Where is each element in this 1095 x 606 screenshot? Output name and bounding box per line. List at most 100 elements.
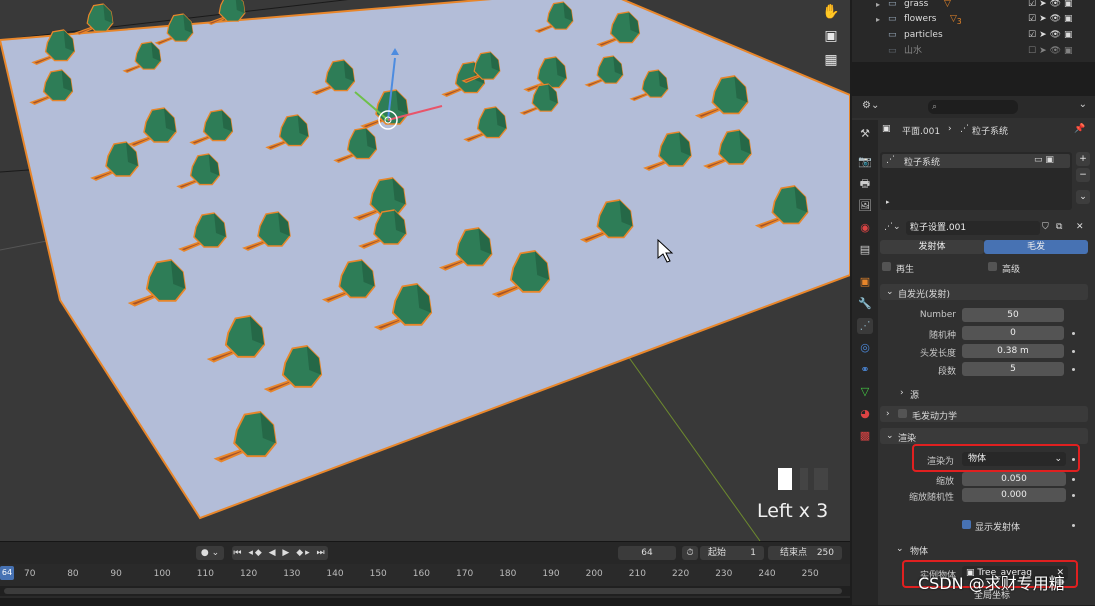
visibility-toggles[interactable]: ☑➤👁▣ [1028,0,1076,12]
outliner-panel[interactable]: ▸ ▭ grass ▽ ☑➤👁▣ ▸ ▭ flowers ▽3 ☑➤👁▣ ▭ par… [852,0,1095,62]
frame-tick: 160 [412,569,430,579]
hair-dynamics-panel-header[interactable]: › 毛发动力学 [880,406,1088,422]
emission-panel-header[interactable]: ⌄ 自发光(发射) [880,284,1088,300]
fake-user-shield-icon[interactable]: ⛉ [1042,222,1049,232]
pin-icon[interactable]: 📌 [1074,124,1085,134]
hair-dynamics-checkbox[interactable] [898,409,907,418]
particles-small-icon: ⋰ [886,155,895,165]
frame-tick: 170 [456,569,474,579]
keyframe-dot[interactable] [1072,350,1075,353]
chevron-right-icon[interactable]: › [900,388,904,398]
timeline-scrollbar[interactable] [4,588,842,594]
particle-settings-datablock[interactable]: ⋰⌄ 粒子设置.001 ⛉ ⧉ ✕ [880,220,1092,236]
data-icon[interactable]: ▽ [857,384,873,400]
segments-field[interactable]: 5 [962,362,1064,376]
texture-icon[interactable]: ▩ [857,428,873,444]
list-item[interactable]: ⋰ 粒子系统 ▭ ▣ [882,154,1070,168]
end-frame-field[interactable]: 结束点 250 [768,546,842,560]
playback-buttons[interactable]: ⏮ ◂◆ ◀ ▶ ◆▸ ⏭ [232,546,328,560]
grid-view-icon[interactable]: ▦ [820,50,842,70]
search-input[interactable]: ⌕ [928,100,1018,114]
object-icon[interactable]: ▣ [857,274,873,290]
emission-panel-title: 自发光(发射) [898,290,951,300]
scale-random-field[interactable]: 0.000 [962,488,1066,502]
display-toggle-icons[interactable]: ▭ ▣ [1034,155,1054,165]
keyframe-dot[interactable] [1072,478,1075,481]
remove-slot-button[interactable]: − [1076,168,1090,182]
chevron-down-icon[interactable]: ⌄ [896,544,904,554]
keyframe-dot[interactable] [1072,494,1075,497]
render-panel-header[interactable]: ⌄ 渲染 [880,428,1088,444]
number-field[interactable]: 50 [962,308,1064,322]
tab-emitter[interactable]: 发射体 [880,240,984,254]
start-frame-label: 起始 [708,548,727,558]
chevron-down-icon[interactable]: ⌄ [1079,99,1087,110]
keyframe-dot[interactable] [1072,368,1075,371]
hair-length-field[interactable]: 0.38 m [962,344,1064,358]
particle-system-list[interactable]: ⋰ 粒子系统 ▭ ▣ ▸ [880,152,1072,210]
outliner-row[interactable]: ▸ ▭ grass ▽ ☑➤👁▣ [852,0,1095,12]
render-icon[interactable]: 📷 [857,154,873,170]
material-icon[interactable]: ◕ [857,406,873,422]
keyframe-dot[interactable] [1072,524,1075,527]
expand-arrow-icon[interactable]: ▸ [886,198,890,206]
tab-hair[interactable]: 毛发 [984,240,1088,254]
search-icon: ⌕ [932,102,938,112]
list-menu-button[interactable]: ⌄ [1076,190,1090,204]
modifier-wrench-icon[interactable]: 🔧 [857,296,873,312]
editor-type-icon[interactable]: ⚙⌄ [862,100,879,111]
record-button[interactable]: ● ⌄ [196,546,224,560]
outliner-row[interactable]: ▸ ▭ flowers ▽3 ☑➤👁▣ [852,12,1095,27]
hair-dynamics-title: 毛发动力学 [912,412,958,422]
playhead-marker[interactable]: 64 [0,566,14,580]
tool-icon[interactable]: ⚒ [857,126,873,142]
outliner-row[interactable]: ▭ particles ☑➤👁▣ [852,28,1095,43]
frame-ruler[interactable]: 64 70 80 90 100 110 120 130 140 150 160 170 180 190 2… [0,566,850,584]
visibility-toggles[interactable]: ☑➤👁▣ [1028,12,1076,27]
seed-field[interactable]: 0 [962,326,1064,340]
duplicate-icon[interactable]: ⧉ [1056,222,1062,232]
view-layer-icon[interactable]: 🖼 [857,198,873,214]
physics-icon[interactable]: ◎ [857,340,873,356]
frame-tick: 140 [326,569,344,579]
viewport-scene[interactable] [0,0,850,541]
hand-pan-icon[interactable]: ✋ [820,2,842,22]
frame-tick: 210 [628,569,646,579]
tree-instance [74,3,114,36]
start-frame-field[interactable]: 起始 1 [700,546,764,560]
show-emitter-checkbox[interactable] [962,520,971,529]
add-slot-button[interactable]: + [1076,152,1090,166]
3d-viewport[interactable]: ✋ ▣ ▦ Left x 3 [0,0,850,541]
outliner-row[interactable]: ▭ 山水 ☐➤👁▣ [852,44,1095,59]
constraints-icon[interactable]: ⚭ [857,362,873,378]
output-icon[interactable]: 🖶 [857,176,873,192]
highlight-render-as [912,444,1080,472]
scale-field[interactable]: 0.050 [962,472,1066,486]
scene-icon[interactable]: ◉ [857,220,873,236]
close-icon[interactable]: ✕ [1076,222,1084,232]
watermark: CSDN @求财专用糖 [918,574,1065,593]
particles-small-icon: ⋰ [960,124,969,134]
source-panel-title[interactable]: 源 [910,388,919,401]
world-icon[interactable]: ▤ [857,242,873,258]
settings-name-field[interactable]: 粒子设置.001 [906,221,1040,235]
properties-editor[interactable]: ⚙⌄ ⌕ ⌄ ⚒ 📷 🖶 🖼 ◉ ▤ ▣ 🔧 ⋰ ◎ ⚭ ▽ ◕ ▩ ▣ 平面.… [852,96,1095,605]
visibility-toggles[interactable]: ☑➤👁▣ [1028,28,1076,43]
show-emitter-label: 显示发射体 [975,523,1021,533]
frame-tick: 200 [585,569,603,579]
current-frame-field[interactable]: 64 [618,546,676,560]
frame-tick: 120 [240,569,258,579]
visibility-toggles[interactable]: ☐➤👁▣ [1028,44,1076,59]
advanced-checkbox[interactable] [988,262,997,271]
stopwatch-icon[interactable]: ⏱ [682,546,698,560]
timeline-scroll-track[interactable] [0,586,850,596]
regrow-checkbox[interactable] [882,262,891,271]
tree-instance [206,0,246,26]
frame-tick: 150 [369,569,387,579]
timeline-editor[interactable]: ● ⌄ ⏮ ◂◆ ◀ ▶ ◆▸ ⏭ 64 ⏱ 起始 1 结束点 250 64 7… [0,541,850,606]
camera-icon[interactable]: ▣ [820,26,842,46]
object-subpanel-title[interactable]: 物体 [910,544,928,557]
start-frame-value: 1 [750,548,756,558]
particles-icon[interactable]: ⋰ [857,318,873,334]
keyframe-dot[interactable] [1072,332,1075,335]
